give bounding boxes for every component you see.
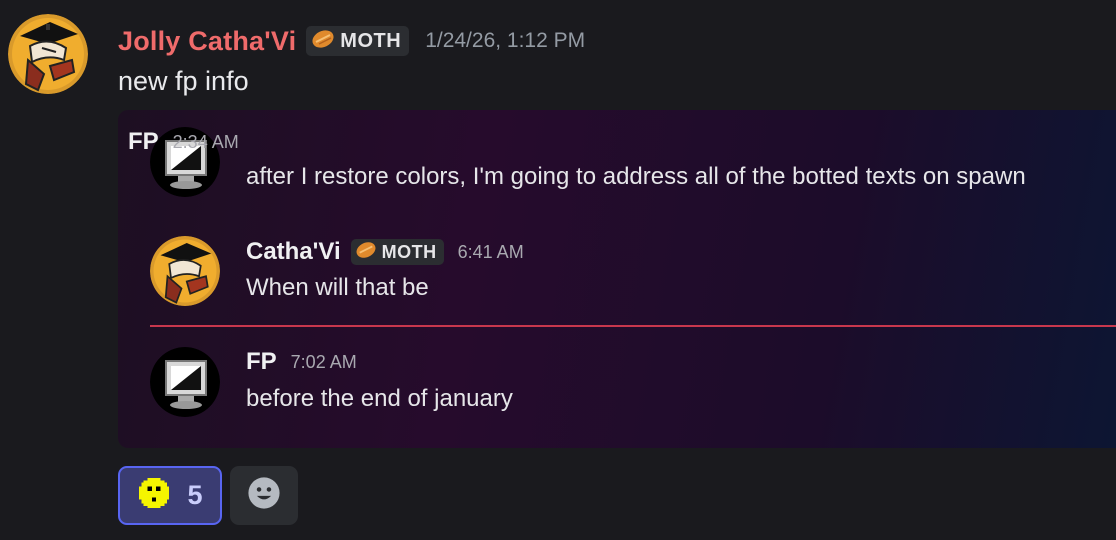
new-messages-divider — [150, 325, 1116, 327]
forwarded-header: FP 2:34 AM — [128, 126, 239, 158]
forwarded-author[interactable]: FP — [128, 128, 159, 156]
guild-tag-label: MOTH — [340, 29, 402, 52]
guild-tag-label: MOTH — [381, 241, 437, 262]
guild-tag[interactable]: MOTH — [350, 239, 444, 265]
forwarded-text: before the end of january — [246, 385, 513, 412]
guild-tag[interactable]: MOTH — [306, 26, 410, 56]
message-content: new fp info — [118, 66, 249, 96]
forwarded-text: When will that be — [246, 274, 429, 301]
graduate-avatar[interactable] — [150, 236, 220, 306]
moth-tag-icon — [311, 29, 335, 54]
message: Jolly Catha'Vi MOTH 1/24/26, 1:12 PM new… — [0, 0, 1116, 540]
forwarded-author[interactable]: Catha'Vi — [246, 238, 341, 266]
yellow-smiley-pixel-icon — [137, 476, 171, 515]
forwarded-header: FP 7:02 AM — [246, 346, 357, 378]
computer-monitor-icon[interactable] — [150, 347, 220, 417]
forwarded-time[interactable]: 6:41 AM — [458, 242, 524, 263]
forwarded-author[interactable]: FP — [246, 348, 277, 376]
forwarded-time[interactable]: 7:02 AM — [291, 352, 357, 373]
forwarded-time[interactable]: 2:34 AM — [173, 132, 239, 153]
message-header: Jolly Catha'Vi MOTH 1/24/26, 1:12 PM — [118, 22, 585, 60]
author-name[interactable]: Jolly Catha'Vi — [118, 26, 296, 57]
add-reaction-button[interactable] — [230, 466, 298, 525]
reactions-bar: 5 — [118, 466, 298, 525]
message-timestamp[interactable]: 1/24/26, 1:12 PM — [425, 29, 585, 53]
moth-tag-icon — [355, 241, 377, 264]
author-avatar[interactable] — [8, 14, 88, 94]
reaction-count: 5 — [187, 480, 203, 510]
add-reaction-smiley-icon — [247, 476, 281, 515]
reaction-button[interactable]: 5 — [118, 466, 222, 525]
forwarded-header: Catha'Vi MOTH 6:41 AM — [246, 236, 524, 268]
forwarded-text: after I restore colors, I'm going to add… — [246, 163, 1026, 190]
